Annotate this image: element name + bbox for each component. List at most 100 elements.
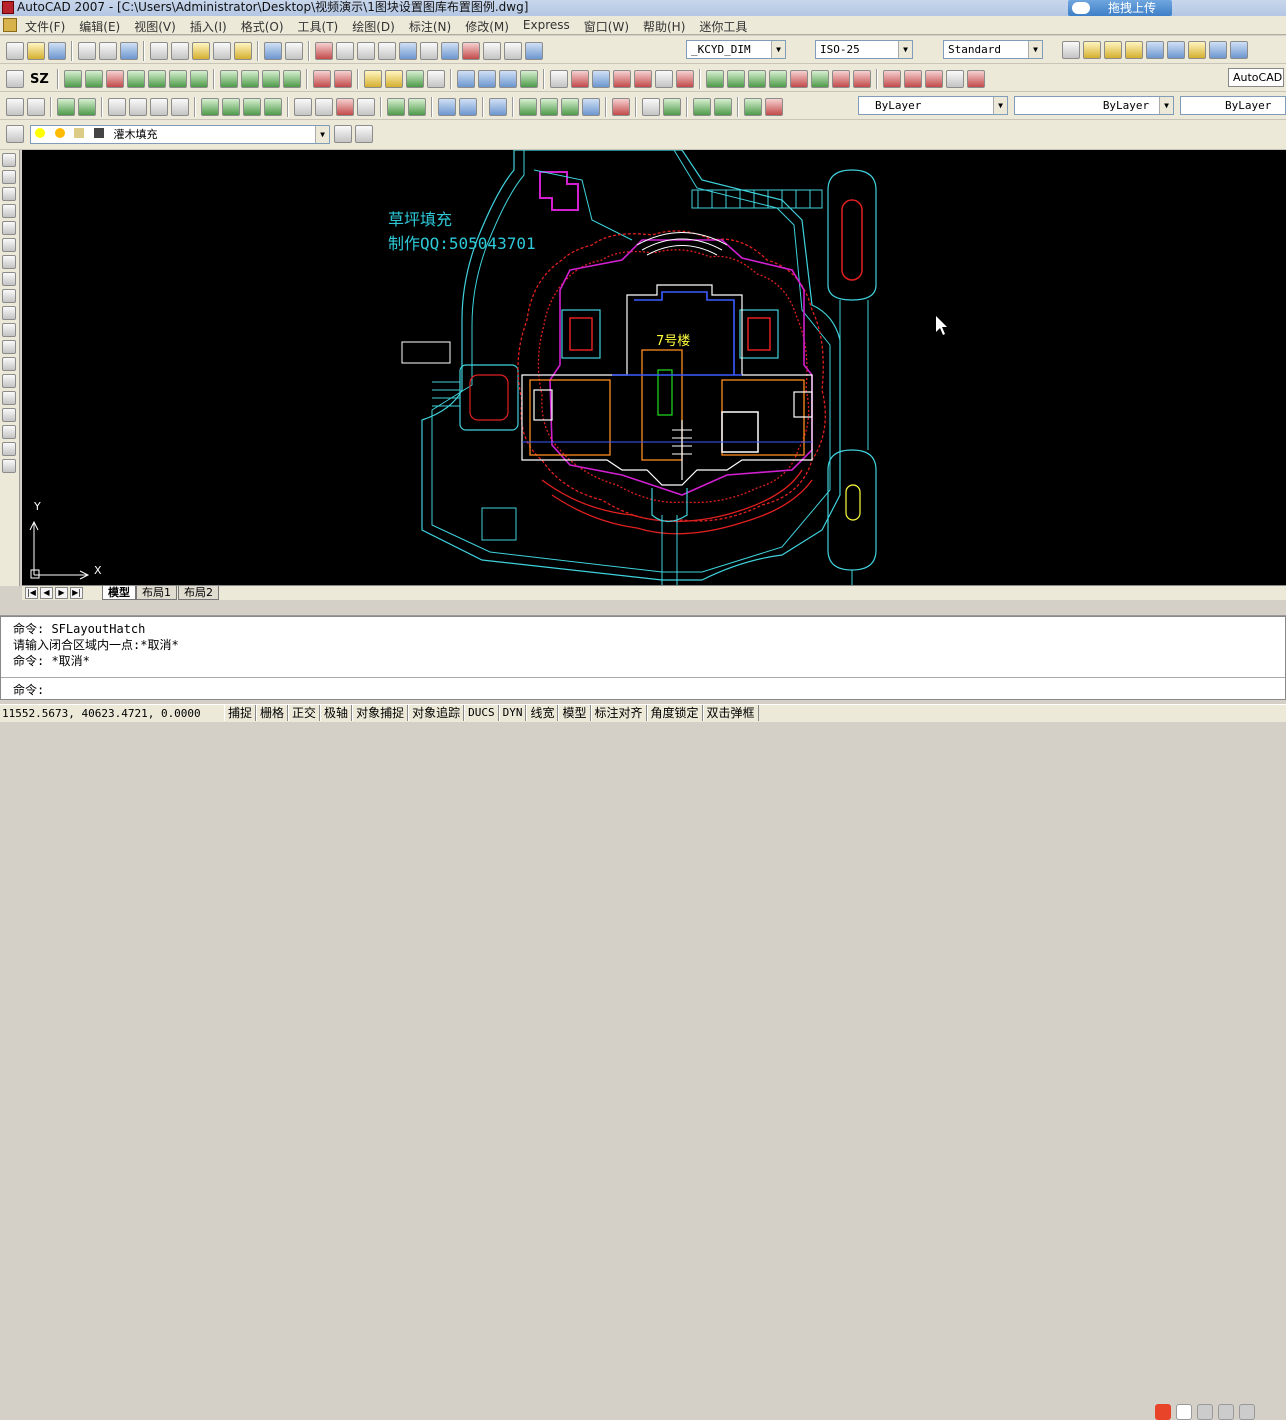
wall-icon[interactable] (945, 70, 964, 88)
polyline-icon[interactable] (2, 187, 16, 201)
insert-block-icon[interactable] (2, 340, 16, 354)
query-icon[interactable] (519, 70, 538, 88)
brick-icon[interactable] (924, 70, 943, 88)
image-icon[interactable] (561, 98, 579, 116)
text-style-select[interactable]: _KCYD_DIM ▼ (686, 40, 786, 59)
measure-icon[interactable] (387, 98, 405, 116)
gear-icon[interactable] (6, 70, 24, 88)
menu-edit[interactable]: 编辑(E) (79, 18, 120, 35)
edge-icon[interactable] (282, 70, 301, 88)
menu-format[interactable]: 格式(O) (241, 18, 284, 35)
list-icon[interactable] (498, 70, 517, 88)
padlock-icon[interactable] (765, 98, 783, 116)
design-center-icon[interactable] (420, 42, 438, 60)
line-icon[interactable] (2, 153, 16, 167)
menu-help[interactable]: 帮助(H) (643, 18, 685, 35)
toggle-grid[interactable]: 栅格 (256, 705, 289, 721)
arc-draw-icon[interactable] (2, 238, 16, 252)
cut-icon[interactable] (150, 42, 168, 60)
toggle-double-click-popup[interactable]: 双击弹框 (702, 705, 759, 721)
mtext-icon[interactable] (150, 98, 168, 116)
shrub-icon[interactable] (147, 70, 166, 88)
arc-icon[interactable] (384, 70, 403, 88)
polygon-shape-icon[interactable] (2, 204, 16, 218)
match-properties-icon[interactable] (213, 42, 231, 60)
extend-icon[interactable] (333, 70, 352, 88)
microphone-icon[interactable] (1197, 1404, 1213, 1420)
upload-button[interactable]: 拖拽上传 (1068, 0, 1172, 16)
plot-preview-icon[interactable] (99, 42, 117, 60)
text-size-icon[interactable] (294, 98, 312, 116)
flower-icon[interactable] (264, 98, 282, 116)
grass-icon[interactable] (168, 70, 187, 88)
document-icon[interactable] (3, 18, 17, 32)
dim-style-select[interactable]: ISO-25 ▼ (815, 40, 913, 59)
cloud-shape-icon[interactable] (27, 98, 45, 116)
copy-icon[interactable] (171, 42, 189, 60)
insert-icon[interactable] (810, 70, 829, 88)
drawing-canvas[interactable]: 草坪填充 制作QQ:505043701 7号楼 Y X (22, 150, 1286, 585)
chevron-down-icon[interactable]: ▼ (1159, 97, 1173, 114)
coordinates-icon[interactable] (459, 98, 477, 116)
layer-select[interactable]: 灌木填充 ▼ (30, 125, 330, 144)
snap-icon[interactable] (63, 70, 82, 88)
redo-icon[interactable] (285, 42, 303, 60)
road-icon[interactable] (240, 70, 259, 88)
print-icon[interactable] (78, 42, 96, 60)
text-bold-icon[interactable] (336, 98, 354, 116)
revcloud-icon[interactable] (2, 272, 16, 286)
hedge-icon[interactable] (126, 70, 145, 88)
pan-icon[interactable] (315, 42, 333, 60)
layer-isolate-icon[interactable] (1125, 41, 1143, 59)
new-icon[interactable] (6, 42, 24, 60)
chevron-down-icon[interactable]: ▼ (1028, 41, 1042, 58)
layer-previous-icon[interactable] (355, 125, 373, 143)
publish-icon[interactable] (120, 42, 138, 60)
import-icon[interactable] (540, 98, 558, 116)
chevron-down-icon[interactable]: ▼ (898, 41, 912, 58)
tab-layout2[interactable]: 布局2 (178, 586, 219, 600)
save-icon[interactable] (48, 42, 66, 60)
dimension-icon[interactable] (570, 70, 589, 88)
chevron-down-icon[interactable]: ▼ (315, 126, 329, 143)
layer-merge-icon[interactable] (1230, 41, 1248, 59)
next-tab-button[interactable]: ▶ (55, 587, 68, 599)
last-tab-button[interactable]: ▶| (70, 587, 83, 599)
landscape-icon[interactable] (201, 98, 219, 116)
multiline-text-icon[interactable] (2, 459, 16, 473)
toggle-angle-lock[interactable]: 角度锁定 (646, 705, 703, 721)
linetype-select[interactable]: ByLayer ▼ (1014, 96, 1174, 115)
circle-draw-icon[interactable] (2, 255, 16, 269)
gradient-icon[interactable] (2, 408, 16, 422)
pin-icon[interactable] (612, 98, 630, 116)
tool-palettes-icon[interactable] (441, 42, 459, 60)
line-pattern-icon[interactable] (78, 98, 96, 116)
calculator-icon[interactable] (504, 42, 522, 60)
text-style-icon[interactable] (108, 98, 126, 116)
zoom-previous-icon[interactable] (378, 42, 396, 60)
layer-properties-icon[interactable] (6, 125, 24, 143)
layer-thaw-icon[interactable] (1167, 41, 1185, 59)
question-icon[interactable] (693, 98, 711, 116)
help-icon[interactable] (525, 42, 543, 60)
text-find-icon[interactable] (357, 98, 375, 116)
menu-dimension[interactable]: 标注(N) (409, 18, 451, 35)
toggle-osnap[interactable]: 对象捕捉 (352, 705, 409, 721)
explode-icon[interactable] (654, 70, 673, 88)
point-icon[interactable] (2, 374, 16, 388)
rectangle-icon[interactable] (2, 221, 16, 235)
save-as-icon[interactable] (582, 98, 600, 116)
group-icon[interactable] (789, 70, 808, 88)
block-tree-icon[interactable] (57, 98, 75, 116)
ellipse-icon[interactable] (2, 306, 16, 320)
color-select[interactable]: ByLayer ▼ (858, 96, 1008, 115)
toggle-dyn[interactable]: DYN (498, 705, 527, 721)
align-icon[interactable] (591, 70, 610, 88)
layer-freeze-icon[interactable] (1146, 41, 1164, 59)
offset-icon[interactable] (726, 70, 745, 88)
first-tab-button[interactable]: |◀ (25, 587, 38, 599)
house-icon[interactable] (243, 98, 261, 116)
toggle-otrack[interactable]: 对象追踪 (408, 705, 465, 721)
tab-layout1[interactable]: 布局1 (136, 586, 177, 600)
sheet-set-icon[interactable] (462, 42, 480, 60)
